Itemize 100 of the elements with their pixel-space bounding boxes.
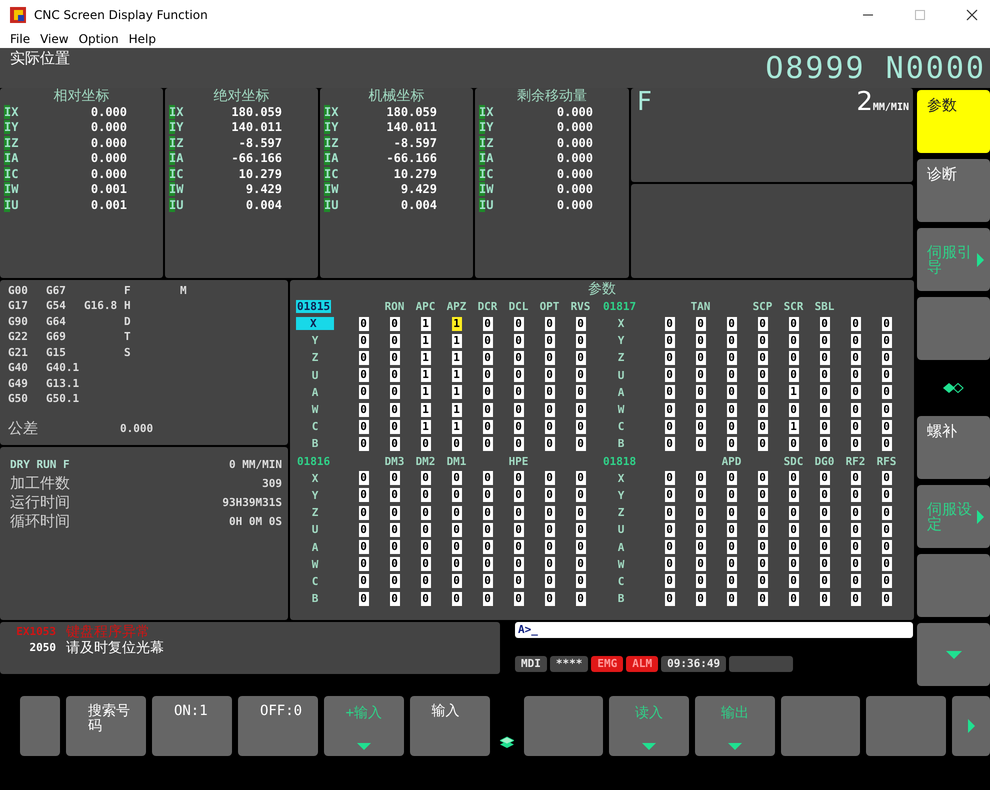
bit-cell[interactable]: 0 xyxy=(544,402,554,417)
bit-cell[interactable]: 0 xyxy=(358,506,368,520)
bit-cell[interactable]: 0 xyxy=(850,574,860,588)
bit-cell[interactable]: 0 xyxy=(758,574,768,588)
bit-cell[interactable]: 0 xyxy=(390,368,400,382)
bit-cell[interactable]: 0 xyxy=(664,592,674,606)
bit-cell[interactable]: 0 xyxy=(758,385,768,400)
bit-cell[interactable]: 1 xyxy=(420,316,430,331)
bit-cell[interactable]: 0 xyxy=(882,557,892,572)
bit-cell[interactable]: 0 xyxy=(788,471,798,486)
bit-cell[interactable]: 0 xyxy=(758,592,768,606)
bit-cell[interactable]: 0 xyxy=(514,334,524,348)
bit-cell[interactable]: 0 xyxy=(514,420,524,434)
bit-cell[interactable]: 0 xyxy=(390,316,400,331)
bit-cell[interactable]: 0 xyxy=(882,471,892,486)
bit-cell[interactable]: 0 xyxy=(514,316,524,331)
bit-cell[interactable]: 0 xyxy=(576,488,586,502)
bit-cell[interactable]: 0 xyxy=(820,471,830,486)
bit-cell[interactable]: 0 xyxy=(544,488,554,502)
bit-cell[interactable]: 0 xyxy=(482,334,492,348)
soft-key[interactable]: 输入 xyxy=(410,696,490,756)
bit-cell[interactable]: 0 xyxy=(758,420,768,434)
parameter-number[interactable]: 01815 xyxy=(296,300,332,313)
bit-cell[interactable]: 0 xyxy=(544,471,554,486)
bit-cell[interactable]: 0 xyxy=(420,506,430,520)
bit-cell[interactable]: 0 xyxy=(390,471,400,486)
bit-cell[interactable]: 0 xyxy=(820,350,830,365)
bit-cell[interactable]: 0 xyxy=(882,522,892,537)
bit-cell[interactable]: 0 xyxy=(482,471,492,486)
bit-cell[interactable]: 0 xyxy=(358,574,368,588)
bit-cell[interactable]: 0 xyxy=(820,506,830,520)
bit-cell[interactable]: 0 xyxy=(726,368,736,382)
bit-cell[interactable]: 0 xyxy=(390,557,400,572)
bit-cell[interactable]: 0 xyxy=(882,420,892,434)
bit-cell[interactable]: 0 xyxy=(544,557,554,572)
soft-key[interactable] xyxy=(917,297,990,360)
soft-key[interactable] xyxy=(780,696,860,756)
bit-cell[interactable]: 0 xyxy=(664,488,674,502)
bit-cell[interactable]: 0 xyxy=(758,402,768,417)
bit-cell[interactable]: 0 xyxy=(452,557,462,572)
bit-cell[interactable]: 0 xyxy=(544,436,554,451)
bit-cell[interactable]: 0 xyxy=(726,488,736,502)
bit-cell[interactable]: 0 xyxy=(882,540,892,554)
bit-cell[interactable]: 0 xyxy=(544,334,554,348)
bit-cell[interactable]: 0 xyxy=(358,488,368,502)
bit-cell[interactable]: 0 xyxy=(850,540,860,554)
bit-cell[interactable]: 0 xyxy=(820,368,830,382)
bit-cell[interactable]: 0 xyxy=(514,522,524,537)
menu-item[interactable]: Option xyxy=(78,32,119,46)
bit-cell[interactable]: 0 xyxy=(358,436,368,451)
bit-cell[interactable]: 0 xyxy=(758,436,768,451)
bit-cell[interactable]: 1 xyxy=(452,385,462,400)
bit-cell[interactable]: 0 xyxy=(576,540,586,554)
bit-cell[interactable]: 0 xyxy=(696,488,706,502)
bit-cell[interactable]: 0 xyxy=(820,436,830,451)
bit-cell[interactable]: 0 xyxy=(452,436,462,451)
bit-cell[interactable]: 1 xyxy=(420,420,430,434)
bit-cell[interactable]: 0 xyxy=(788,402,798,417)
bit-cell[interactable]: 0 xyxy=(758,334,768,348)
bit-cell[interactable]: 0 xyxy=(390,334,400,348)
bit-cell[interactable]: 0 xyxy=(576,574,586,588)
bit-cell[interactable]: 0 xyxy=(696,385,706,400)
bit-cell[interactable]: 0 xyxy=(664,385,674,400)
bit-cell[interactable]: 0 xyxy=(850,471,860,486)
bit-cell[interactable]: 1 xyxy=(420,334,430,348)
soft-key[interactable]: 参数 xyxy=(917,90,990,153)
bit-cell[interactable]: 0 xyxy=(882,488,892,502)
bit-cell[interactable]: 0 xyxy=(850,557,860,572)
bit-cell[interactable]: 0 xyxy=(482,592,492,606)
bit-cell[interactable]: 0 xyxy=(850,316,860,331)
bit-cell[interactable]: 0 xyxy=(576,522,586,537)
bit-cell[interactable]: 0 xyxy=(544,368,554,382)
bit-cell[interactable]: 0 xyxy=(390,506,400,520)
bit-cell[interactable]: 0 xyxy=(544,574,554,588)
bit-cell[interactable]: 0 xyxy=(514,350,524,365)
bit-cell[interactable]: 0 xyxy=(726,471,736,486)
bit-cell[interactable]: 0 xyxy=(788,368,798,382)
bit-cell[interactable]: 0 xyxy=(696,420,706,434)
bit-cell[interactable]: 0 xyxy=(788,574,798,588)
bit-cell[interactable]: 0 xyxy=(420,436,430,451)
bit-cell[interactable]: 0 xyxy=(576,557,586,572)
bit-cell[interactable]: 0 xyxy=(390,540,400,554)
bit-cell[interactable]: 0 xyxy=(850,350,860,365)
bit-cell[interactable]: 0 xyxy=(664,574,674,588)
bit-cell[interactable]: 0 xyxy=(850,436,860,451)
bit-cell[interactable]: 0 xyxy=(482,557,492,572)
bit-cell[interactable]: 0 xyxy=(576,368,586,382)
bit-cell[interactable]: 1 xyxy=(452,402,462,417)
bit-cell[interactable]: 0 xyxy=(820,522,830,537)
bit-cell[interactable]: 0 xyxy=(576,436,586,451)
bit-cell[interactable]: 0 xyxy=(358,471,368,486)
bit-cell[interactable]: 0 xyxy=(882,385,892,400)
bit-cell[interactable]: 0 xyxy=(882,316,892,331)
bit-cell[interactable]: 0 xyxy=(452,488,462,502)
bit-cell[interactable]: 0 xyxy=(482,402,492,417)
bit-cell[interactable]: 0 xyxy=(850,334,860,348)
bit-cell[interactable]: 0 xyxy=(358,592,368,606)
bit-cell[interactable]: 0 xyxy=(788,557,798,572)
bit-cell[interactable]: 0 xyxy=(882,574,892,588)
bit-cell[interactable]: 0 xyxy=(544,506,554,520)
